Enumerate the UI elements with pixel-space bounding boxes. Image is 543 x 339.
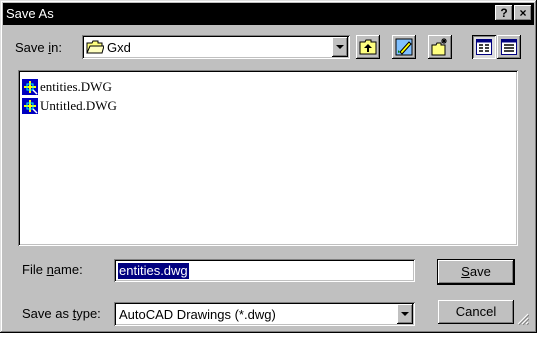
save-as-type-label: Save as type: xyxy=(22,306,101,322)
cancel-button[interactable]: Cancel xyxy=(438,300,514,324)
file-name: entities.DWG xyxy=(40,79,112,94)
save-as-type-value: AutoCAD Drawings (*.dwg) xyxy=(119,307,276,322)
close-button[interactable]: × xyxy=(514,5,532,21)
save-in-label-suffix: n: xyxy=(51,40,62,55)
desktop-icon xyxy=(395,38,413,56)
dwg-file-icon xyxy=(22,98,38,114)
file-name-input[interactable]: entities.dwg xyxy=(114,259,415,282)
save-in-combo[interactable]: Gxd xyxy=(82,35,350,59)
create-new-folder-button[interactable] xyxy=(428,35,452,59)
save-in-folder-name: Gxd xyxy=(107,40,131,55)
save-in-dropdown-arrow[interactable] xyxy=(332,37,348,57)
up-one-level-icon xyxy=(359,39,377,55)
help-button[interactable]: ? xyxy=(495,5,513,21)
file-name-label: File name: xyxy=(22,262,83,278)
list-view-icon xyxy=(476,39,492,55)
save-as-type-dropdown-arrow[interactable] xyxy=(397,304,413,324)
dwg-file-icon xyxy=(22,79,38,95)
create-new-folder-icon xyxy=(431,38,447,56)
resize-grip-icon[interactable] xyxy=(517,313,529,325)
save-in-label: Save in: xyxy=(15,40,62,56)
details-view-button[interactable] xyxy=(497,35,521,59)
folder-icon xyxy=(86,40,104,54)
title-bar[interactable]: Save As ? × xyxy=(3,3,534,25)
save-button-label: ave xyxy=(469,264,491,279)
save-in-label-prefix: Save xyxy=(15,40,49,55)
file-name-value: entities.dwg xyxy=(118,263,189,279)
file-name-label-suffix: ame: xyxy=(53,262,83,277)
desktop-button[interactable] xyxy=(392,35,416,59)
save-button[interactable]: Save xyxy=(438,260,514,284)
up-one-level-button[interactable] xyxy=(356,35,380,59)
save-as-type-combo[interactable]: AutoCAD Drawings (*.dwg) xyxy=(114,302,415,326)
save-as-dialog: Save As ? × Save in: Gxd entities.DWG Un… xyxy=(0,0,537,333)
save-as-type-label-prefix: Save as xyxy=(22,306,73,321)
list-view-button[interactable] xyxy=(472,35,496,59)
save-button-accel: S xyxy=(461,264,470,279)
window-title: Save As xyxy=(6,6,54,21)
save-as-type-label-suffix: ype: xyxy=(76,306,101,321)
file-name-label-prefix: File xyxy=(22,262,47,277)
file-name-label-accel: n xyxy=(46,262,54,277)
file-name: Untitled.DWG xyxy=(40,98,117,113)
details-view-icon xyxy=(501,39,517,55)
file-list[interactable]: entities.DWG Untitled.DWG xyxy=(18,70,518,246)
